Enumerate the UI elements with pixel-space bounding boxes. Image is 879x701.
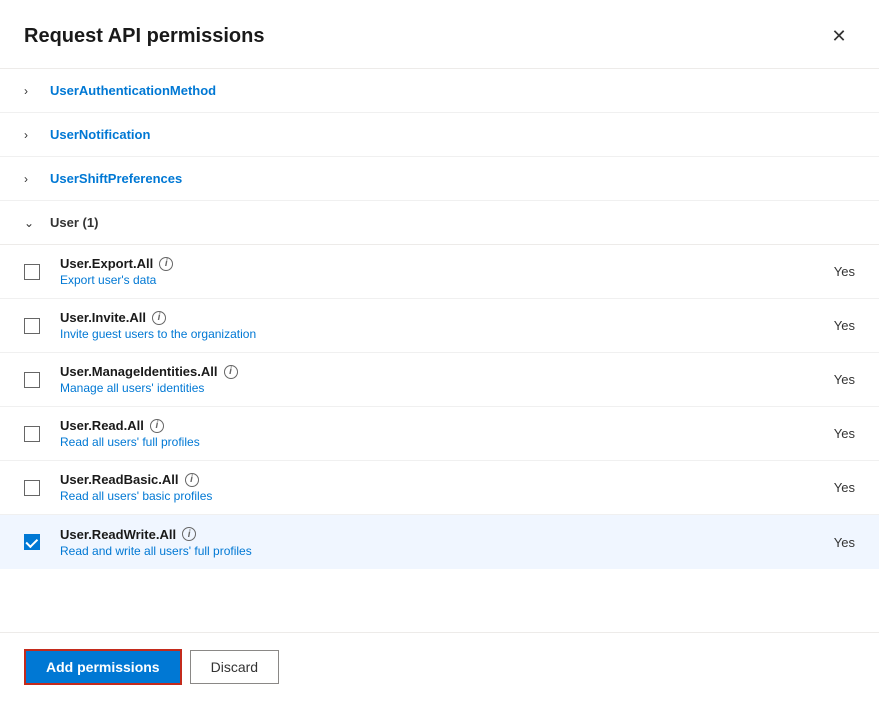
section-label-user-notif: UserNotification — [50, 127, 150, 142]
consent-user-readbasic: Yes — [775, 480, 855, 495]
perm-name-user-manage: User.ManageIdentities.All — [60, 364, 218, 379]
checkbox-cell-user-manage[interactable] — [24, 372, 60, 388]
checkbox-user-readbasic[interactable] — [24, 480, 40, 496]
chevron-right-icon: › — [24, 128, 40, 142]
perm-info-user-invite: User.Invite.All i Invite guest users to … — [60, 310, 775, 341]
consent-user-export: Yes — [775, 264, 855, 279]
consent-user-read: Yes — [775, 426, 855, 441]
consent-user-manage: Yes — [775, 372, 855, 387]
permission-row-user-read: User.Read.All i Read all users' full pro… — [0, 407, 879, 461]
permission-row-user-readbasic: User.ReadBasic.All i Read all users' bas… — [0, 461, 879, 515]
perm-info-user-readbasic: User.ReadBasic.All i Read all users' bas… — [60, 472, 775, 503]
request-api-permissions-dialog: Request API permissions ✕ › UserAuthenti… — [0, 0, 879, 701]
chevron-right-icon: › — [24, 172, 40, 186]
perm-desc-user-export: Export user's data — [60, 273, 775, 287]
chevron-right-icon: › — [24, 84, 40, 98]
perm-name-user-invite: User.Invite.All — [60, 310, 146, 325]
section-item-user-expanded[interactable]: ⌄ User (1) — [0, 201, 879, 245]
consent-user-invite: Yes — [775, 318, 855, 333]
dialog-footer: Add permissions Discard — [0, 633, 879, 701]
section-label-user-expanded: User (1) — [50, 215, 98, 230]
checkbox-cell-user-export[interactable] — [24, 264, 60, 280]
dialog-header: Request API permissions ✕ — [0, 0, 879, 68]
perm-name-user-readwrite: User.ReadWrite.All — [60, 527, 176, 542]
close-button[interactable]: ✕ — [823, 20, 855, 52]
info-icon-user-export[interactable]: i — [159, 257, 173, 271]
checkbox-user-read[interactable] — [24, 426, 40, 442]
perm-desc-user-readbasic: Read all users' basic profiles — [60, 489, 775, 503]
permission-row-user-export: User.Export.All i Export user's data Yes — [0, 245, 879, 299]
section-label-user-shift: UserShiftPreferences — [50, 171, 182, 186]
permission-row-user-manage: User.ManageIdentities.All i Manage all u… — [0, 353, 879, 407]
checkbox-cell-user-readbasic[interactable] — [24, 480, 60, 496]
permission-row-user-readwrite: User.ReadWrite.All i Read and write all … — [0, 515, 879, 569]
dialog-title: Request API permissions — [24, 25, 264, 48]
checkbox-user-export[interactable] — [24, 264, 40, 280]
section-item-user-notif[interactable]: › UserNotification — [0, 113, 879, 157]
checkbox-user-manage[interactable] — [24, 372, 40, 388]
info-icon-user-readwrite[interactable]: i — [182, 527, 196, 541]
checkbox-user-invite[interactable] — [24, 318, 40, 334]
discard-button[interactable]: Discard — [190, 650, 279, 684]
perm-desc-user-readwrite: Read and write all users' full profiles — [60, 544, 775, 558]
section-label-user-auth: UserAuthenticationMethod — [50, 83, 216, 98]
perm-info-user-export: User.Export.All i Export user's data — [60, 256, 775, 287]
info-icon-user-read[interactable]: i — [150, 419, 164, 433]
consent-user-readwrite: Yes — [775, 535, 855, 550]
perm-desc-user-read: Read all users' full profiles — [60, 435, 775, 449]
info-icon-user-readbasic[interactable]: i — [185, 473, 199, 487]
permissions-content: › UserAuthenticationMethod › UserNotific… — [0, 68, 879, 633]
checkbox-cell-user-invite[interactable] — [24, 318, 60, 334]
perm-info-user-read: User.Read.All i Read all users' full pro… — [60, 418, 775, 449]
checkbox-cell-user-readwrite[interactable] — [24, 534, 60, 550]
checkbox-user-readwrite[interactable] — [24, 534, 40, 550]
close-icon: ✕ — [831, 26, 846, 47]
perm-info-user-manage: User.ManageIdentities.All i Manage all u… — [60, 364, 775, 395]
perm-desc-user-invite: Invite guest users to the organization — [60, 327, 775, 341]
add-permissions-button[interactable]: Add permissions — [24, 649, 182, 685]
perm-name-user-export: User.Export.All — [60, 256, 153, 271]
info-icon-user-manage[interactable]: i — [224, 365, 238, 379]
chevron-down-icon: ⌄ — [24, 216, 40, 230]
perm-name-user-readbasic: User.ReadBasic.All — [60, 472, 179, 487]
perm-desc-user-manage: Manage all users' identities — [60, 381, 775, 395]
permission-row-user-invite: User.Invite.All i Invite guest users to … — [0, 299, 879, 353]
checkbox-cell-user-read[interactable] — [24, 426, 60, 442]
perm-info-user-readwrite: User.ReadWrite.All i Read and write all … — [60, 527, 775, 558]
info-icon-user-invite[interactable]: i — [152, 311, 166, 325]
section-item-user-shift[interactable]: › UserShiftPreferences — [0, 157, 879, 201]
perm-name-user-read: User.Read.All — [60, 418, 144, 433]
section-item-user-auth[interactable]: › UserAuthenticationMethod — [0, 69, 879, 113]
